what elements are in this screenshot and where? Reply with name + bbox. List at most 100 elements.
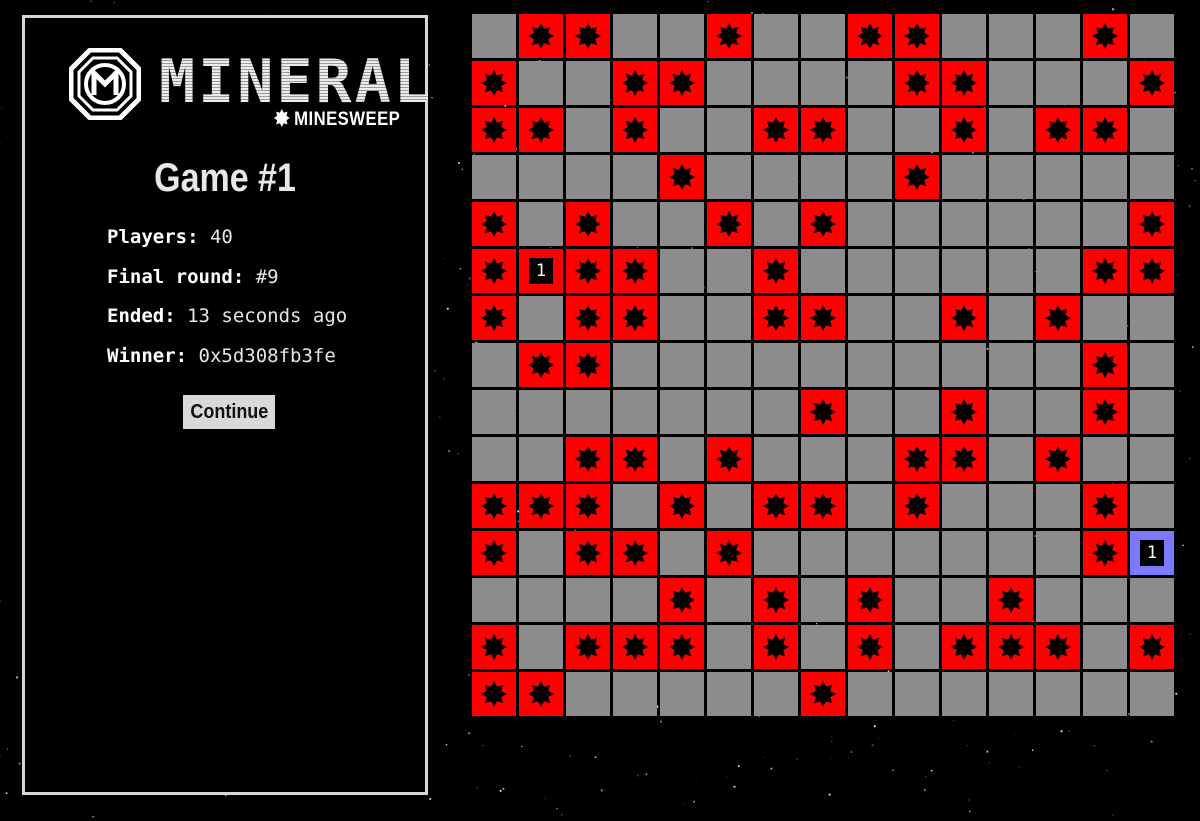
mine-cell[interactable] [895, 155, 939, 199]
hidden-cell[interactable] [1083, 578, 1127, 622]
hidden-cell[interactable] [660, 343, 704, 387]
hidden-cell[interactable] [1083, 672, 1127, 716]
mine-cell[interactable] [566, 531, 610, 575]
hidden-cell[interactable] [754, 343, 798, 387]
hidden-cell[interactable] [895, 578, 939, 622]
mine-cell[interactable] [613, 108, 657, 152]
mine-cell[interactable] [1083, 249, 1127, 293]
hidden-cell[interactable] [754, 61, 798, 105]
hidden-cell[interactable] [895, 296, 939, 340]
hidden-cell[interactable] [989, 202, 1033, 246]
hidden-cell[interactable] [707, 155, 751, 199]
hidden-cell[interactable] [519, 155, 563, 199]
hidden-cell[interactable] [1083, 437, 1127, 481]
hidden-cell[interactable] [519, 531, 563, 575]
hidden-cell[interactable] [519, 61, 563, 105]
hidden-cell[interactable] [613, 672, 657, 716]
mine-cell[interactable] [660, 61, 704, 105]
hidden-cell[interactable] [613, 343, 657, 387]
mine-cell[interactable] [1036, 296, 1080, 340]
hidden-cell[interactable] [801, 437, 845, 481]
hidden-cell[interactable] [895, 108, 939, 152]
hidden-cell[interactable] [1036, 531, 1080, 575]
mine-cell[interactable] [566, 343, 610, 387]
hidden-cell[interactable] [613, 155, 657, 199]
hidden-cell[interactable] [989, 14, 1033, 58]
mine-cell[interactable] [472, 625, 516, 669]
hidden-cell[interactable] [989, 343, 1033, 387]
hidden-cell[interactable] [566, 672, 610, 716]
hidden-cell[interactable] [1083, 625, 1127, 669]
hidden-cell[interactable] [519, 578, 563, 622]
mine-cell[interactable] [1036, 437, 1080, 481]
mine-cell[interactable] [1083, 343, 1127, 387]
mine-cell[interactable] [472, 202, 516, 246]
hidden-cell[interactable] [801, 61, 845, 105]
hidden-cell[interactable] [1036, 672, 1080, 716]
hidden-cell[interactable] [1130, 672, 1174, 716]
hidden-cell[interactable] [519, 625, 563, 669]
hidden-cell[interactable] [754, 531, 798, 575]
hidden-cell[interactable] [707, 108, 751, 152]
hidden-cell[interactable] [1036, 484, 1080, 528]
hidden-cell[interactable] [707, 484, 751, 528]
mine-cell[interactable] [895, 484, 939, 528]
mine-cell[interactable] [613, 249, 657, 293]
hidden-cell[interactable] [1083, 61, 1127, 105]
hidden-cell[interactable] [754, 437, 798, 481]
mine-cell[interactable] [801, 390, 845, 434]
mine-cell[interactable] [1083, 14, 1127, 58]
hidden-cell[interactable] [566, 390, 610, 434]
hidden-cell[interactable] [989, 296, 1033, 340]
hidden-cell[interactable] [942, 155, 986, 199]
hidden-cell[interactable] [754, 155, 798, 199]
mine-cell[interactable] [472, 61, 516, 105]
mine-cell[interactable] [519, 672, 563, 716]
mine-cell[interactable] [519, 343, 563, 387]
mine-cell[interactable] [895, 61, 939, 105]
mine-cell[interactable] [566, 437, 610, 481]
hidden-cell[interactable] [848, 343, 892, 387]
hidden-cell[interactable] [660, 296, 704, 340]
hidden-cell[interactable] [566, 108, 610, 152]
hidden-cell[interactable] [895, 625, 939, 669]
hidden-cell[interactable] [754, 672, 798, 716]
mine-cell[interactable] [942, 625, 986, 669]
hidden-cell[interactable] [707, 672, 751, 716]
hidden-cell[interactable] [519, 437, 563, 481]
hidden-cell[interactable] [707, 296, 751, 340]
hidden-cell[interactable] [472, 437, 516, 481]
hidden-cell[interactable] [989, 437, 1033, 481]
hidden-cell[interactable] [1036, 202, 1080, 246]
mine-cell[interactable] [566, 14, 610, 58]
mine-cell[interactable] [801, 202, 845, 246]
hidden-cell[interactable] [1130, 343, 1174, 387]
hidden-cell[interactable] [472, 155, 516, 199]
hidden-cell[interactable] [660, 672, 704, 716]
hidden-cell[interactable] [1036, 578, 1080, 622]
mine-cell[interactable] [1083, 390, 1127, 434]
mine-cell[interactable] [566, 484, 610, 528]
mine-cell[interactable] [848, 14, 892, 58]
hidden-cell[interactable] [1130, 578, 1174, 622]
hidden-cell[interactable] [801, 343, 845, 387]
hidden-cell[interactable] [1130, 155, 1174, 199]
hidden-cell[interactable] [895, 390, 939, 434]
mine-cell[interactable] [566, 296, 610, 340]
selected-number-cell[interactable]: 1 [1130, 531, 1174, 575]
hidden-cell[interactable] [989, 61, 1033, 105]
hidden-cell[interactable] [942, 672, 986, 716]
mine-cell[interactable] [707, 202, 751, 246]
hidden-cell[interactable] [707, 61, 751, 105]
continue-button[interactable]: Continue [183, 395, 275, 429]
hidden-cell[interactable] [942, 531, 986, 575]
hidden-cell[interactable] [1036, 155, 1080, 199]
hidden-cell[interactable] [1036, 249, 1080, 293]
hidden-cell[interactable] [472, 14, 516, 58]
hidden-cell[interactable] [613, 14, 657, 58]
hidden-cell[interactable] [801, 625, 845, 669]
hidden-cell[interactable] [707, 390, 751, 434]
hidden-cell[interactable] [613, 578, 657, 622]
hidden-cell[interactable] [707, 578, 751, 622]
mine-cell[interactable] [566, 625, 610, 669]
